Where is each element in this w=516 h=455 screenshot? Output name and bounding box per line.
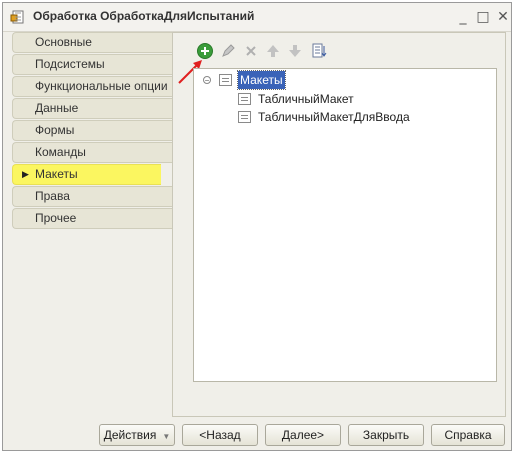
title-bar: Обработка ОбработкаДляИспытаний _ □ ✕ <box>3 3 511 32</box>
maximize-button[interactable]: □ <box>475 9 491 25</box>
minimize-button[interactable]: _ <box>455 9 471 25</box>
tab-prava[interactable]: Права <box>12 186 174 207</box>
spreadsheet-template-icon <box>238 93 251 105</box>
close-window-button[interactable]: ✕ <box>495 9 511 25</box>
tab-formy[interactable]: Формы <box>12 120 174 141</box>
move-up-icon[interactable] <box>264 42 282 60</box>
tab-prochee[interactable]: Прочее <box>12 208 174 229</box>
tree-row-template[interactable]: ТабличныйМакетДляВвода <box>194 108 494 126</box>
collapse-toggle-icon[interactable]: − <box>203 76 211 85</box>
tree-row-template[interactable]: ТабличныйМакет <box>194 90 494 108</box>
next-button[interactable]: Далее> <box>265 424 341 446</box>
move-down-icon[interactable] <box>286 42 304 60</box>
tab-label: Данные <box>35 101 79 115</box>
tree-item-label: ТабличныйМакет <box>258 92 354 106</box>
spreadsheet-template-icon <box>238 111 251 123</box>
tab-label: Основные <box>35 35 92 49</box>
delete-icon[interactable] <box>242 42 260 60</box>
help-button[interactable]: Справка <box>431 424 505 446</box>
chevron-down-icon: ▼ <box>162 432 171 441</box>
active-tab-marker-icon: ▶ <box>22 169 29 179</box>
tab-osnovnye[interactable]: Основные <box>12 32 174 53</box>
sort-icon[interactable] <box>310 42 328 60</box>
tab-label: Макеты <box>35 167 78 181</box>
templates-folder-icon <box>219 74 232 86</box>
tab-funktsionalnye-optsii[interactable]: Функциональные опции <box>12 76 174 97</box>
templates-tree: − Макеты ТабличныйМакет ТабличныйМакетДл… <box>193 68 497 382</box>
processing-object-icon <box>10 10 24 24</box>
tree-root-label: Макеты <box>237 70 286 90</box>
edit-icon[interactable] <box>219 42 237 60</box>
tab-label: Прочее <box>35 211 77 225</box>
tab-label: Формы <box>35 123 75 137</box>
back-button[interactable]: <Назад <box>182 424 258 446</box>
tab-komandy[interactable]: Команды <box>12 142 174 163</box>
tab-podsistemy[interactable]: Подсистемы <box>12 54 174 75</box>
close-button[interactable]: Закрыть <box>348 424 424 446</box>
tree-item-label: ТабличныйМакетДляВвода <box>258 110 410 124</box>
tab-label: Команды <box>35 145 86 159</box>
tree-row-root[interactable]: − Макеты <box>194 70 494 90</box>
tab-label: Подсистемы <box>35 57 105 71</box>
window-title: Обработка ОбработкаДляИспытаний <box>33 9 255 23</box>
actions-dropdown[interactable]: Действия ▼ <box>99 424 175 446</box>
tab-dannye[interactable]: Данные <box>12 98 174 119</box>
tab-label: Функциональные опции <box>35 79 168 93</box>
tab-label: Права <box>35 189 70 203</box>
actions-label: Действия <box>103 428 157 442</box>
tab-list: Основные Подсистемы Функциональные опции… <box>12 32 174 230</box>
tab-makety[interactable]: ▶ Макеты <box>12 164 161 185</box>
